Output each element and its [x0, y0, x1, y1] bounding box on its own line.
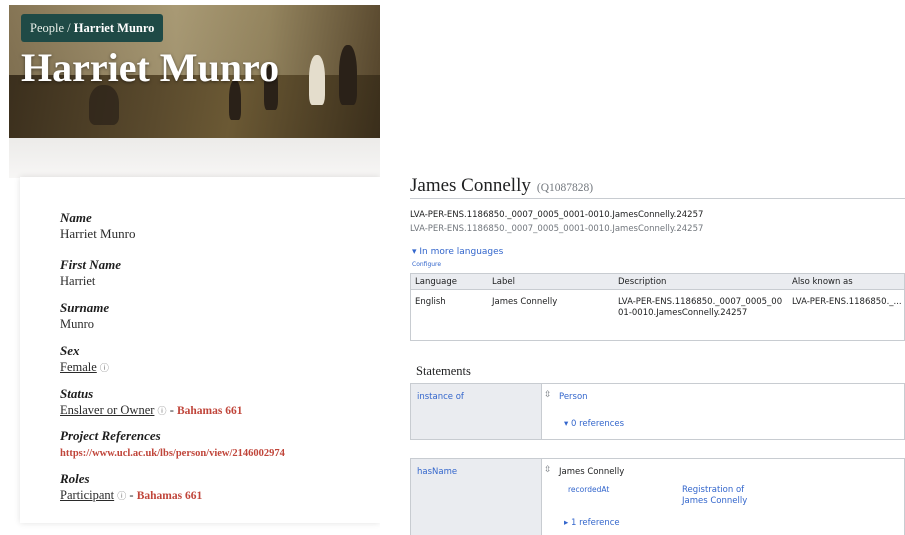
more-languages-toggle[interactable]: ▾ In more languages	[412, 247, 503, 257]
statement-values: ⇳ James Connelly recordedAt Registration…	[541, 459, 904, 535]
item-id: (Q1087828)	[536, 182, 594, 194]
statement-group: hasName ⇳ James Connelly recordedAt Regi…	[410, 458, 905, 535]
breadcrumb: People / Harriet Munro	[21, 14, 164, 42]
field-value: Female ⓘ	[60, 359, 109, 376]
qualifier-property-link[interactable]: recordedAt	[568, 485, 609, 494]
table-cell-language: English	[415, 297, 446, 307]
column-header-description: Description	[618, 277, 667, 287]
statement-property-link[interactable]: instance of	[417, 392, 464, 402]
status-link[interactable]: Enslaver or Owner	[60, 403, 154, 417]
references-toggle[interactable]: ▸ 1 reference	[564, 518, 620, 528]
table-cell-description: LVA-PER-ENS.1186850._0007_0005_0001-0010…	[618, 297, 783, 318]
item-description: LVA-PER-ENS.1186850._0007_0005_0001-0010…	[410, 210, 704, 220]
statements-heading: Statements	[416, 364, 471, 378]
person-page: People / Harriet Munro Harriet Munro Nam…	[0, 0, 380, 535]
item-label: James Connelly	[410, 175, 531, 196]
breadcrumb-current: Harriet Munro	[73, 21, 155, 35]
hero-figure	[339, 45, 357, 105]
field-surname: Surname Munro	[60, 300, 109, 332]
field-label: Roles	[60, 471, 90, 486]
breadcrumb-root[interactable]: People	[30, 21, 64, 35]
person-details-card: Name Harriet Munro First Name Harriet Su…	[20, 177, 380, 523]
sex-link[interactable]: Female	[60, 360, 97, 374]
column-header-also-known-as: Also known as	[792, 277, 853, 287]
field-label: Status	[60, 386, 94, 401]
table-cell-label: James Connelly	[492, 297, 558, 307]
field-value: Enslaver or Owner ⓘ - Bahamas 661	[60, 402, 242, 419]
rank-selector-icon[interactable]: ⇳	[544, 390, 552, 400]
field-label: First Name	[60, 257, 122, 272]
statement-value-link[interactable]: Person	[559, 392, 588, 402]
status-separator: -	[166, 403, 177, 417]
field-label: Sex	[60, 343, 80, 358]
info-icon[interactable]: ⓘ	[100, 363, 109, 373]
field-project-references: Project References https://www.ucl.ac.uk…	[60, 428, 285, 462]
field-label: Surname	[60, 300, 110, 315]
info-icon[interactable]: ⓘ	[117, 491, 126, 501]
statement-value: James Connelly	[559, 467, 625, 477]
field-label: Name	[60, 210, 92, 225]
page-title: Harriet Munro	[21, 45, 280, 90]
field-sex: Sex Female ⓘ	[60, 343, 109, 376]
configure-link[interactable]: Configure	[412, 261, 441, 268]
field-value: Harriet Munro	[60, 226, 136, 241]
role-link[interactable]: Participant	[60, 488, 114, 502]
field-status: Status Enslaver or Owner ⓘ - Bahamas 661	[60, 386, 242, 419]
status-claim-link[interactable]: Bahamas 661	[177, 405, 243, 417]
statement-property-link[interactable]: hasName	[417, 467, 457, 477]
languages-table: Language Label Description Also known as…	[410, 273, 905, 341]
field-value: Munro	[60, 317, 95, 331]
field-value: Participant ⓘ - Bahamas 661	[60, 487, 202, 504]
item-aliases: LVA-PER-ENS.1186850._0007_0005_0001-0010…	[410, 224, 704, 234]
field-value: https://www.ucl.ac.uk/lbs/person/view/21…	[60, 444, 285, 462]
breadcrumb-separator: /	[64, 21, 74, 35]
column-header-label: Label	[492, 277, 515, 287]
info-icon[interactable]: ⓘ	[158, 406, 167, 416]
qualifier-value-link[interactable]: Registration of James Connelly	[682, 485, 772, 507]
project-reference-link[interactable]: https://www.ucl.ac.uk/lbs/person/view/21…	[60, 448, 285, 459]
role-claim-link[interactable]: Bahamas 661	[137, 490, 203, 502]
item-heading: James Connelly (Q1087828)	[410, 175, 905, 199]
statement-group: instance of ⇳ Person ▾ 0 references	[410, 383, 905, 440]
field-name: Name Harriet Munro	[60, 210, 135, 242]
field-value: Harriet	[60, 274, 96, 288]
table-cell-also-known-as: LVA-PER-ENS.1186850._...	[792, 297, 902, 307]
rank-selector-icon[interactable]: ⇳	[544, 465, 552, 475]
column-header-language: Language	[415, 277, 457, 287]
role-separator: -	[126, 488, 137, 502]
wikibase-item-page: James Connelly (Q1087828) LVA-PER-ENS.118…	[380, 0, 905, 535]
card-backdrop	[9, 138, 380, 178]
hero-figure	[309, 55, 325, 105]
field-roles: Roles Participant ⓘ - Bahamas 661	[60, 471, 202, 504]
statement-values: ⇳ Person ▾ 0 references	[541, 384, 904, 439]
field-label: Project References	[60, 428, 161, 443]
references-toggle[interactable]: ▾ 0 references	[564, 419, 624, 429]
field-first-name: First Name Harriet	[60, 257, 121, 289]
